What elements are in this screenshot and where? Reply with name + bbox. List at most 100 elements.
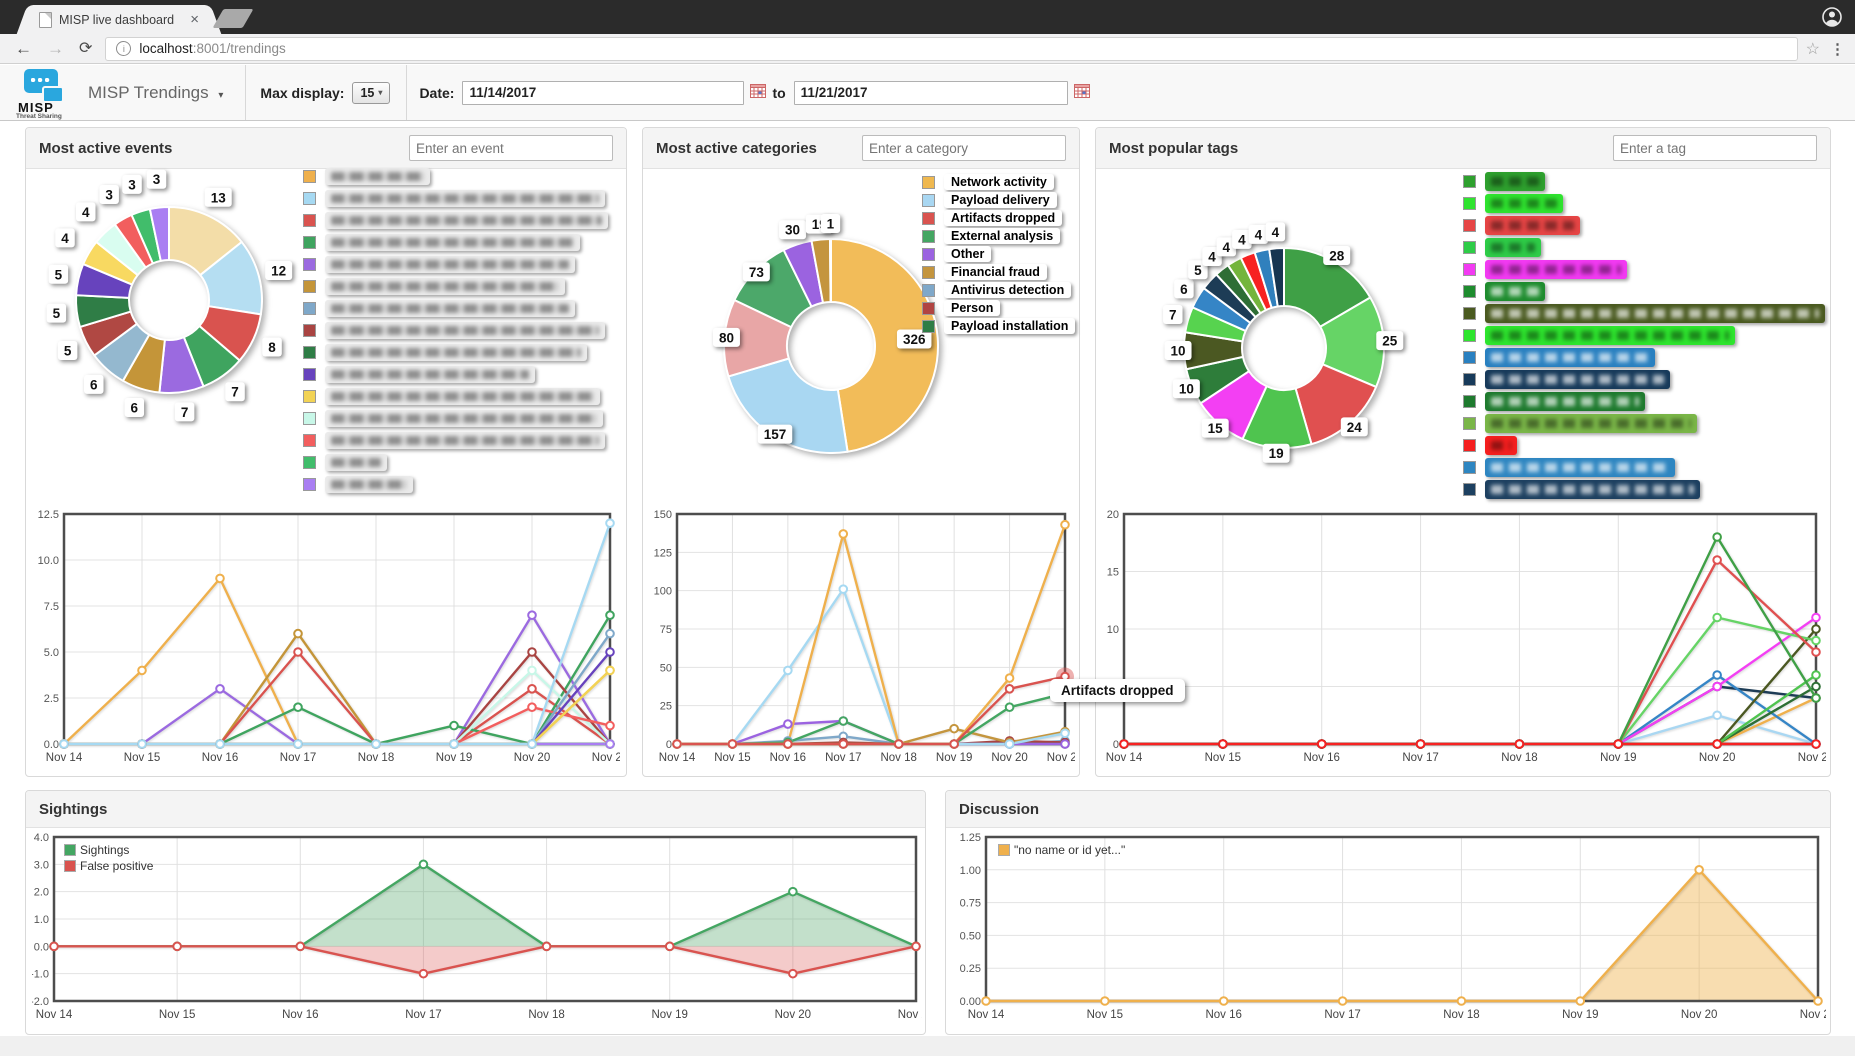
chart-marker — [138, 740, 146, 748]
y-axis-tick-label: 1.0 — [34, 914, 49, 926]
x-axis-tick-label: Nov 21 — [1800, 1009, 1826, 1021]
legend-label-blurred — [325, 432, 605, 449]
legend-label-blurred — [325, 410, 603, 427]
calendar-icon[interactable] — [750, 83, 766, 103]
category-search-input[interactable] — [862, 135, 1066, 161]
legend-swatch — [1463, 285, 1476, 298]
legend-item: Sightings — [64, 843, 153, 857]
legend-item: Artifacts dropped — [922, 210, 1075, 226]
donut-slice[interactable] — [830, 239, 831, 302]
browser-profile-icon[interactable] — [1821, 6, 1843, 28]
legend-item — [1463, 216, 1825, 235]
tab-close-icon[interactable]: × — [190, 12, 199, 27]
browser-tab-bar: MISP live dashboard × — [0, 0, 1855, 34]
x-axis-tick-label: Nov 19 — [1562, 1009, 1598, 1021]
legend-item — [303, 344, 608, 361]
chart-marker — [1576, 997, 1584, 1005]
x-axis-tick-label: Nov 17 — [280, 752, 316, 764]
legend-label: Artifacts dropped — [944, 210, 1062, 226]
donut-value-label: 5 — [64, 343, 72, 358]
legend-item — [303, 322, 608, 339]
new-tab-button[interactable] — [213, 9, 254, 28]
max-display-select[interactable]: 15 ▾ — [352, 82, 390, 104]
calendar-icon[interactable] — [1074, 83, 1090, 103]
legend-item: Payload delivery — [922, 192, 1075, 208]
chart-marker — [1713, 683, 1721, 691]
donut-value-label: 6 — [131, 401, 139, 416]
y-axis-tick-label: 75 — [660, 624, 672, 636]
events-donut-chart[interactable]: 13128776655544333 — [19, 150, 319, 450]
legend-label-blurred — [1485, 458, 1675, 477]
legend-swatch — [922, 284, 935, 297]
discussion-area-chart[interactable]: 1.251.000.750.500.250.00Nov 14Nov 15Nov … — [952, 831, 1826, 1027]
x-axis-tick-label: Nov 14 — [46, 752, 83, 764]
legend-swatch — [922, 302, 935, 315]
chart-marker — [729, 740, 737, 748]
page-info-icon[interactable]: i — [116, 41, 131, 56]
y-axis-tick-label: 1.25 — [960, 832, 981, 844]
x-axis-tick-label: Nov 18 — [1501, 752, 1537, 764]
date-to-input[interactable] — [794, 81, 1068, 105]
x-axis-tick-label: Nov 19 — [651, 1009, 687, 1021]
chart-marker — [294, 630, 302, 638]
x-axis-tick-label: Nov 14 — [659, 752, 696, 764]
chart-marker — [784, 740, 792, 748]
misp-logo-subtext: Threat Sharing — [16, 113, 62, 120]
reload-button-icon[interactable]: ⟳ — [79, 41, 92, 57]
x-axis-tick-label: Nov 16 — [1303, 752, 1339, 764]
event-search-input[interactable] — [409, 135, 613, 161]
header-divider — [406, 65, 407, 120]
forward-button-icon[interactable]: → — [47, 40, 64, 57]
legend-label-blurred — [325, 344, 587, 361]
x-axis-tick-label: Nov 21 — [1798, 752, 1826, 764]
browser-tab[interactable]: MISP live dashboard × — [30, 5, 208, 34]
chart-marker — [606, 519, 614, 527]
tags-donut-chart[interactable]: 2825241915101076544444 — [1124, 188, 1444, 508]
chart-marker — [839, 530, 847, 538]
legend-swatch — [1463, 395, 1476, 408]
y-axis-tick-label: 1.00 — [960, 865, 981, 877]
categories-line-chart[interactable]: 1501251007550250Nov 14Nov 15Nov 16Nov 17… — [649, 506, 1075, 768]
categories-legend: Network activityPayload deliveryArtifact… — [922, 174, 1075, 336]
legend-label: Financial fraud — [944, 264, 1047, 280]
legend-label-blurred — [1485, 436, 1517, 455]
categories-panel-header: Most active categories — [643, 128, 1079, 169]
donut-value-label: 5 — [53, 306, 61, 321]
sightings-area-chart[interactable]: 4.03.02.01.00.0-1.0-2.0Nov 14Nov 15Nov 1… — [32, 831, 922, 1027]
x-axis-tick-label: Nov 15 — [1205, 752, 1241, 764]
chart-marker — [982, 997, 990, 1005]
legend-label-blurred — [325, 454, 387, 471]
legend-label-blurred — [1485, 260, 1627, 279]
x-axis-tick-label: Nov 16 — [1205, 1009, 1241, 1021]
legend-item — [1463, 304, 1825, 323]
url-path: :8001/trendings — [193, 41, 286, 56]
donut-value-label: 25 — [1382, 334, 1398, 349]
tag-search-input[interactable] — [1613, 135, 1817, 161]
legend-swatch — [303, 258, 316, 271]
y-axis-tick-label: 0.75 — [960, 898, 981, 910]
legend-item — [1463, 172, 1825, 191]
donut-value-label: 7 — [231, 385, 239, 400]
x-axis-tick-label: Nov 15 — [714, 752, 750, 764]
tags-line-chart[interactable]: 20151050Nov 14Nov 15Nov 16Nov 17Nov 18No… — [1100, 506, 1826, 768]
chart-marker — [1220, 997, 1228, 1005]
y-axis-tick-label: 0 — [666, 739, 672, 751]
legend-swatch — [922, 176, 935, 189]
legend-label: False positive — [80, 859, 153, 873]
nav-title-dropdown[interactable]: MISP Trendings ▾ — [88, 83, 223, 103]
chart-marker — [173, 943, 181, 951]
back-button-icon[interactable]: ← — [15, 40, 32, 57]
browser-menu-icon[interactable]: ⋮ — [1830, 40, 1845, 58]
chart-marker — [895, 740, 903, 748]
misp-logo[interactable]: MISP Threat Sharing — [12, 68, 74, 118]
legend-label-blurred — [325, 234, 580, 251]
events-line-chart[interactable]: 12.510.07.55.02.50.0Nov 14Nov 15Nov 16No… — [34, 506, 620, 768]
chart-marker — [216, 685, 224, 693]
legend-label-blurred — [1485, 304, 1825, 323]
y-axis-tick-label: 2.5 — [44, 693, 59, 705]
date-from-input[interactable] — [462, 81, 744, 105]
url-bar[interactable]: i localhost :8001/trendings — [105, 37, 1797, 61]
bookmark-star-icon[interactable]: ☆ — [1806, 39, 1820, 59]
donut-value-label: 4 — [1238, 232, 1246, 247]
chart-marker — [1812, 694, 1820, 702]
